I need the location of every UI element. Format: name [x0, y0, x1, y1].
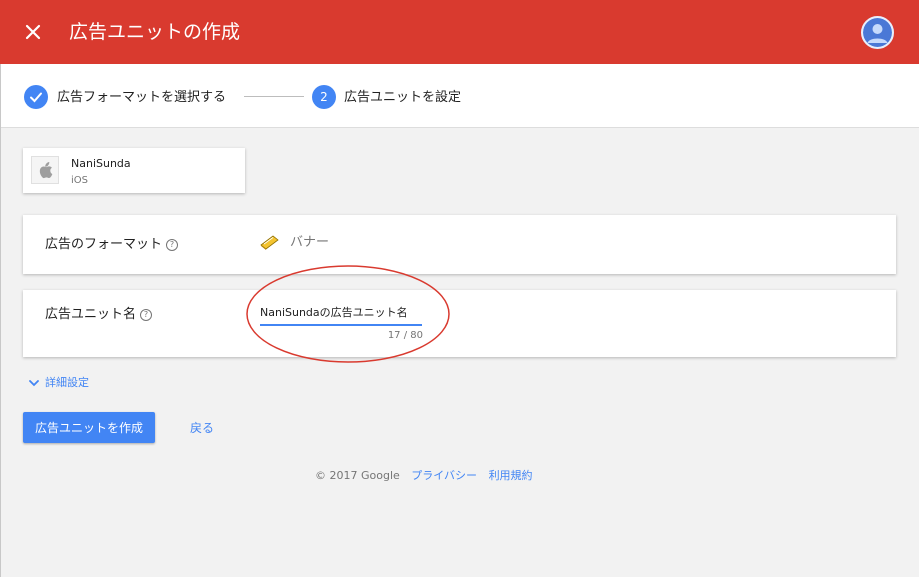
- help-icon[interactable]: ?: [140, 308, 153, 321]
- format-card: 広告のフォーマット? バナー: [23, 215, 896, 274]
- step1-check-icon[interactable]: [24, 85, 48, 109]
- format-value: バナー: [290, 235, 330, 250]
- banner-icon: [260, 235, 279, 250]
- terms-link[interactable]: 利用規約: [489, 469, 533, 482]
- chevron-down-icon: [29, 380, 39, 387]
- char-counter: 17 / 80: [387, 330, 423, 341]
- left-border: [0, 64, 1, 577]
- top-app-bar: 広告ユニットの作成: [0, 0, 919, 64]
- step1-label[interactable]: 広告フォーマットを選択する: [57, 89, 226, 107]
- create-ad-unit-button[interactable]: 広告ユニットを作成: [23, 412, 155, 443]
- app-platform: iOS: [71, 175, 88, 186]
- app-name: NaniSunda: [71, 157, 131, 170]
- advanced-settings-toggle[interactable]: 詳細設定: [28, 375, 89, 391]
- step-connector: [244, 96, 304, 97]
- close-icon[interactable]: [24, 23, 42, 41]
- help-icon[interactable]: ?: [166, 238, 179, 251]
- ad-unit-name-label: 広告ユニット名?: [45, 306, 153, 324]
- step2-label: 広告ユニットを設定: [344, 90, 462, 105]
- apple-icon: [39, 162, 53, 179]
- copyright: © 2017 Google: [315, 469, 400, 482]
- page-title: 広告ユニットの作成: [69, 21, 241, 43]
- back-link[interactable]: 戻る: [190, 420, 214, 436]
- user-avatar-icon[interactable]: [861, 16, 894, 49]
- ad-unit-name-card: 広告ユニット名? 17 / 80: [23, 290, 896, 357]
- step2-number: 2: [312, 85, 336, 109]
- format-label: 広告のフォーマット?: [45, 236, 179, 254]
- footer: © 2017 Google プライバシー 利用規約: [315, 468, 533, 484]
- format-label-text: 広告のフォーマット: [45, 237, 163, 252]
- app-icon: [31, 156, 59, 184]
- ad-unit-name-label-text: 広告ユニット名: [45, 307, 137, 322]
- app-card: NaniSunda iOS: [23, 148, 245, 193]
- close-button[interactable]: [22, 20, 44, 44]
- privacy-link[interactable]: プライバシー: [411, 469, 477, 482]
- advanced-settings-label: 詳細設定: [45, 376, 89, 389]
- ad-unit-name-input[interactable]: [260, 300, 422, 326]
